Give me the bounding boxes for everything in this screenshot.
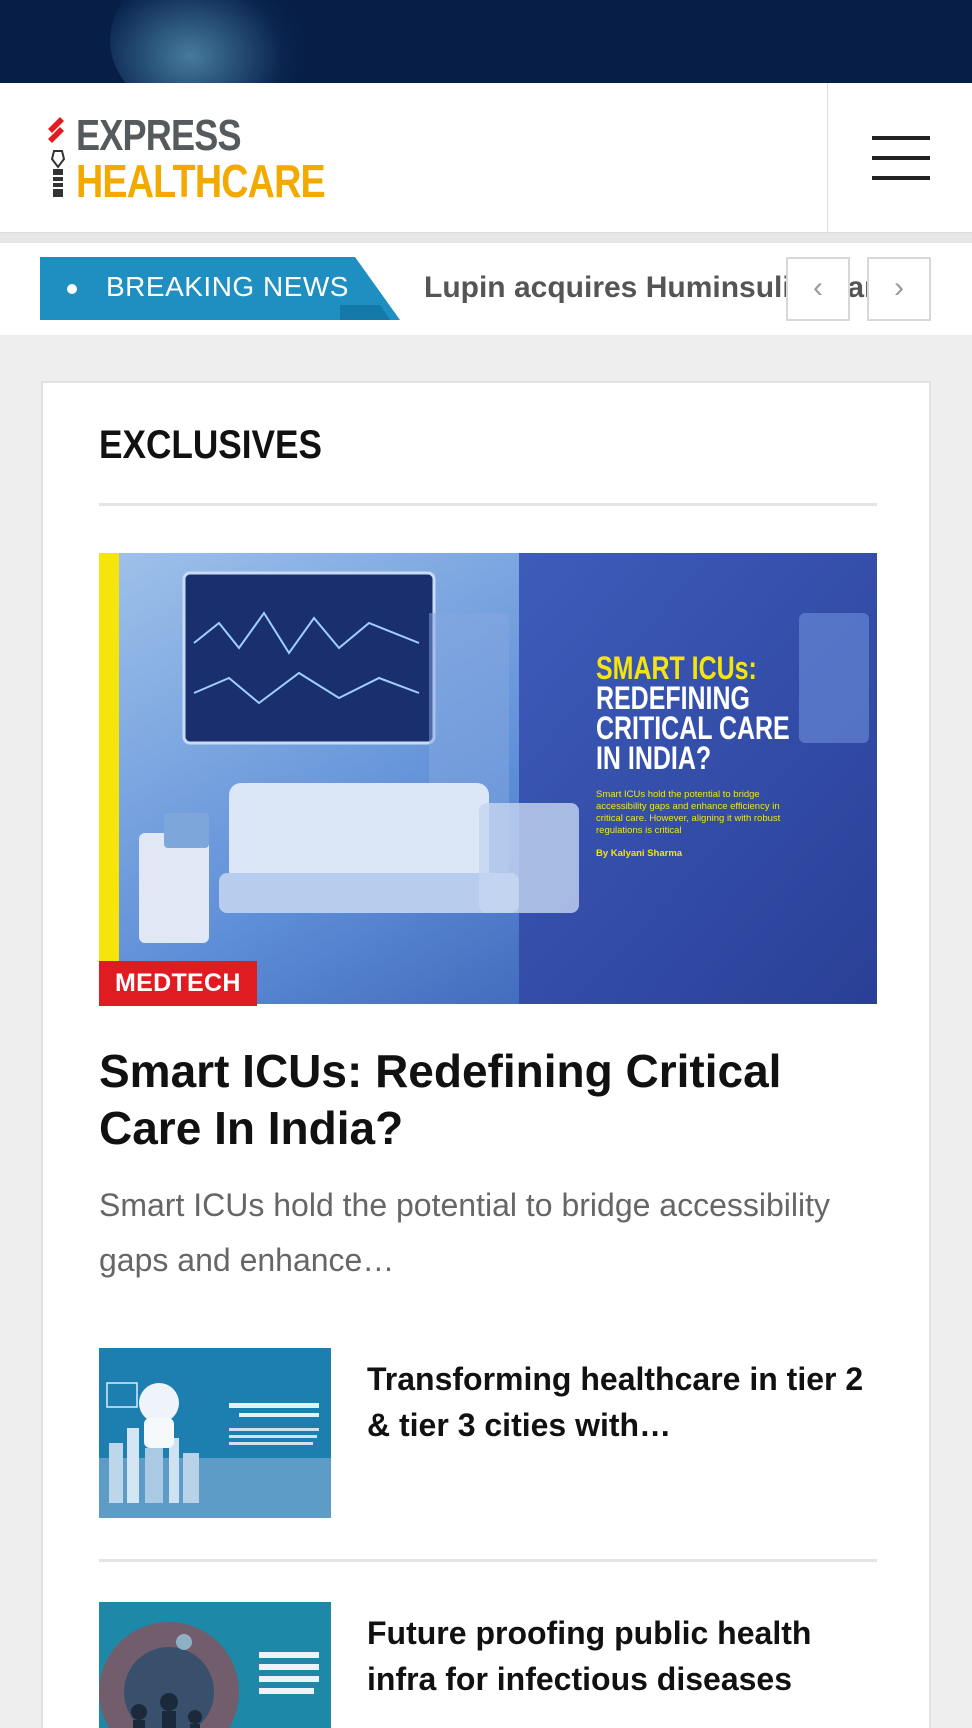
top-ad-banner[interactable] bbox=[0, 0, 972, 83]
bullet-icon bbox=[67, 284, 77, 294]
article-thumbnail[interactable] bbox=[99, 1348, 331, 1518]
article-thumbnail[interactable] bbox=[99, 1602, 331, 1728]
header-separator bbox=[0, 233, 972, 243]
chevron-left-icon[interactable]: ‹ bbox=[786, 257, 850, 321]
article-title-link[interactable]: Transforming healthcare in tier 2 & tier… bbox=[367, 1356, 877, 1448]
hero-image[interactable]: SMART ICUs: REDEFINING CRITICAL CARE IN … bbox=[99, 553, 877, 1004]
logo-text-healthcare: HEALTHCARE bbox=[76, 155, 326, 207]
hero-image-title-line2: REDEFINING bbox=[596, 680, 750, 716]
logo-pen-icon bbox=[48, 117, 66, 197]
hamburger-menu-icon[interactable] bbox=[860, 123, 940, 193]
hero-image-title-line3: CRITICAL CARE bbox=[596, 710, 790, 746]
hero-image-byline: By Kalyani Sharma bbox=[596, 848, 683, 859]
hero-headline-link[interactable]: Smart ICUs: Redefining Critical Care In … bbox=[99, 1043, 859, 1157]
header-divider bbox=[827, 83, 828, 233]
category-badge[interactable]: MEDTECH bbox=[99, 961, 257, 1006]
banner-graphic bbox=[110, 0, 310, 83]
list-item[interactable]: Future proofing public health infra for … bbox=[99, 1602, 877, 1728]
breaking-news-text: BREAKING NEWS bbox=[106, 271, 349, 302]
hero-image-title-line1: SMART ICUs: bbox=[596, 650, 757, 686]
site-header: EXPRESS HEALTHCARE bbox=[0, 83, 972, 233]
logo-text-express: EXPRESS bbox=[76, 111, 242, 160]
chevron-right-icon[interactable]: › bbox=[867, 257, 931, 321]
item-divider bbox=[99, 1559, 877, 1562]
hero-image-subtitle: Smart ICUs hold the potential to bridge … bbox=[596, 789, 781, 836]
section-title: EXCLUSIVES bbox=[99, 423, 322, 467]
article-title-link[interactable]: Future proofing public health infra for … bbox=[367, 1610, 877, 1702]
exclusives-card: EXCLUSIVES SMART ICUs: REDEFINING CRITIC… bbox=[41, 381, 931, 1728]
hero-image-title-line4: IN INDIA? bbox=[596, 740, 712, 776]
breaking-news-label: BREAKING NEWS bbox=[40, 257, 400, 320]
list-item[interactable]: Transforming healthcare in tier 2 & tier… bbox=[99, 1348, 877, 1518]
section-divider bbox=[99, 503, 877, 506]
hero-excerpt: Smart ICUs hold the potential to bridge … bbox=[99, 1187, 831, 1278]
hero-image-title: SMART ICUs: REDEFINING CRITICAL CARE IN … bbox=[596, 650, 799, 776]
site-logo[interactable]: EXPRESS HEALTHCARE bbox=[46, 111, 346, 207]
breaking-news-ticker: BREAKING NEWS Lupin acquires Huminsulin … bbox=[0, 243, 972, 335]
